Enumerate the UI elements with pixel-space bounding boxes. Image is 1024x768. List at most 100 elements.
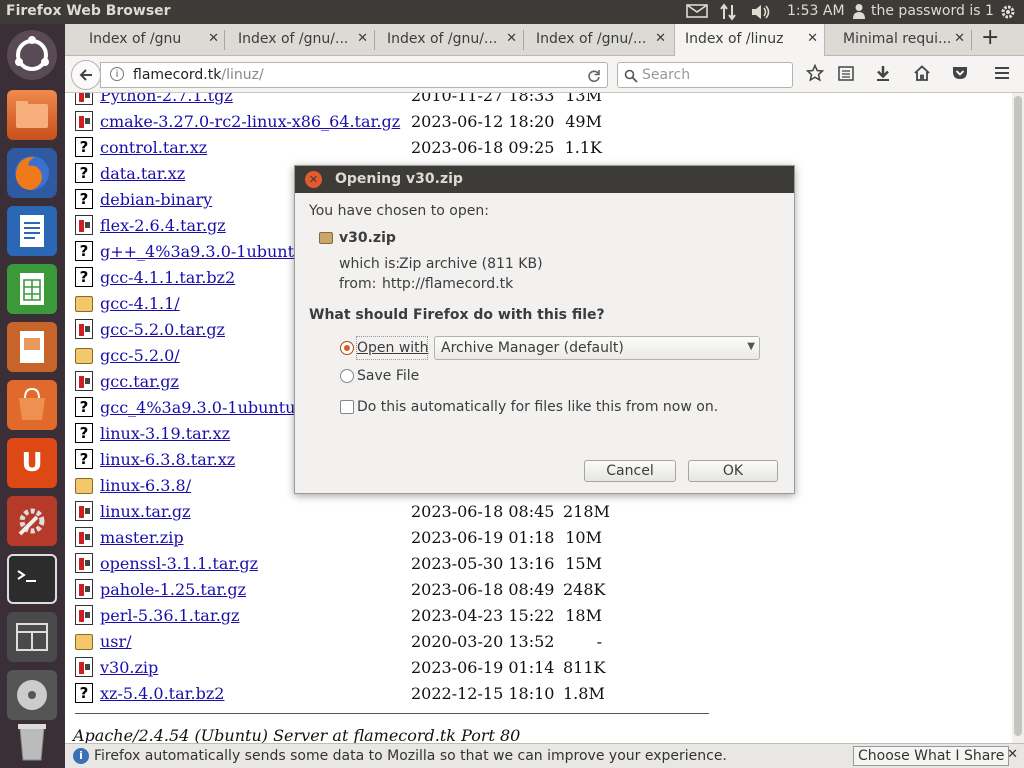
user-icon[interactable]	[852, 3, 866, 23]
search-input[interactable]: Search	[617, 62, 793, 88]
file-size: 1.8M	[563, 684, 605, 703]
download-icon[interactable]	[872, 64, 894, 87]
user-name[interactable]: the password is 1	[871, 3, 994, 19]
ok-button[interactable]: OK	[688, 460, 778, 482]
file-link[interactable]: xz-5.4.0.tar.bz2	[100, 684, 224, 703]
workspace-switcher-icon[interactable]	[7, 612, 57, 662]
software-center-icon[interactable]	[7, 380, 57, 430]
server-signature: Apache/2.4.54 (Ubuntu) Server at flameco…	[73, 726, 521, 743]
file-link[interactable]: control.tar.xz	[100, 138, 207, 157]
archive-file-icon	[75, 527, 93, 547]
url-bar[interactable]: i flamecord.tk/linuz/	[100, 62, 608, 88]
network-icon[interactable]	[719, 3, 737, 25]
file-link[interactable]: gcc-4.1.1.tar.bz2	[100, 268, 235, 287]
firefox-icon[interactable]	[7, 148, 57, 198]
file-link[interactable]: gcc.tar.gz	[100, 372, 179, 391]
file-link[interactable]: debian-binary	[100, 190, 212, 209]
file-link[interactable]: gcc-5.2.0.tar.gz	[100, 320, 225, 339]
file-link[interactable]: master.zip	[100, 528, 184, 547]
gear-icon[interactable]	[999, 3, 1017, 25]
dialog-close-icon[interactable]: ✕	[305, 171, 322, 188]
file-link[interactable]: gcc_4%3a9.3.0-1ubuntu2	[100, 398, 306, 417]
file-link[interactable]: linux-6.3.8.tar.xz	[100, 450, 235, 469]
telemetry-notification-bar: i Firefox automatically sends some data …	[65, 743, 1024, 768]
file-date: 2023-06-18 08:45	[411, 502, 555, 521]
ubuntu-one-icon[interactable]: U	[7, 438, 57, 488]
file-size: 10M	[565, 528, 602, 547]
tab-4-active[interactable]: Index of /linuz ✕	[674, 24, 825, 56]
dvd-icon[interactable]	[7, 670, 57, 720]
file-link[interactable]: Python-2.7.1.tgz	[100, 93, 233, 105]
tab-5[interactable]: Minimal requi... ✕	[819, 24, 971, 56]
file-link[interactable]: g++_4%3a9.3.0-1ubuntu	[100, 242, 304, 261]
file-link[interactable]: gcc-4.1.1/	[100, 294, 180, 313]
unknown-file-icon: ?	[75, 163, 93, 183]
dialog-filename: v30.zip	[339, 230, 396, 246]
mail-icon[interactable]	[686, 3, 708, 23]
tab-close-icon[interactable]: ✕	[807, 31, 818, 46]
bookmark-star-icon[interactable]	[804, 63, 826, 87]
archive-file-icon	[75, 319, 93, 339]
back-button[interactable]	[71, 60, 101, 90]
choose-what-i-share-button[interactable]: Choose What I Share	[853, 746, 1010, 766]
file-link[interactable]: pahole-1.25.tar.gz	[100, 580, 246, 599]
open-with-app-select[interactable]: Archive Manager (default) ▼	[434, 336, 760, 360]
system-settings-icon[interactable]	[7, 496, 57, 546]
trash-icon[interactable]	[7, 718, 57, 764]
file-link[interactable]: gcc-5.2.0/	[100, 346, 180, 365]
open-with-label[interactable]: Open with	[357, 340, 429, 356]
menu-hamburger-icon[interactable]	[991, 64, 1013, 87]
file-link[interactable]: data.tar.xz	[100, 164, 185, 183]
save-file-label[interactable]: Save File	[357, 368, 419, 384]
home-icon[interactable]	[911, 64, 933, 87]
tab-close-icon[interactable]: ✕	[655, 31, 666, 46]
which-is-value: Zip archive (811 KB)	[399, 256, 543, 272]
tab-1[interactable]: Index of /gnu/... ✕	[214, 24, 374, 56]
file-size: 1.1K	[564, 138, 602, 157]
archive-file-icon	[75, 605, 93, 625]
reader-list-icon[interactable]	[835, 64, 857, 87]
which-is-label: which is:	[339, 256, 401, 272]
unknown-file-icon: ?	[75, 267, 93, 287]
terminal-icon[interactable]	[7, 554, 57, 604]
unknown-file-icon: ?	[75, 683, 93, 703]
file-link[interactable]: usr/	[100, 632, 132, 651]
file-link[interactable]: linux-6.3.8/	[100, 476, 191, 495]
auto-checkbox[interactable]	[340, 400, 354, 414]
launcher: U	[0, 24, 65, 768]
file-link[interactable]: flex-2.6.4.tar.gz	[100, 216, 226, 235]
new-tab-button[interactable]: +	[981, 25, 999, 50]
libreoffice-impress-icon[interactable]	[7, 322, 57, 372]
pocket-icon[interactable]	[949, 64, 971, 87]
unknown-file-icon: ?	[75, 241, 93, 261]
notification-close-icon[interactable]: ✕	[1007, 747, 1018, 762]
reload-icon[interactable]	[587, 66, 601, 87]
save-file-radio[interactable]	[340, 369, 354, 383]
libreoffice-writer-icon[interactable]	[7, 206, 57, 256]
volume-icon[interactable]	[750, 3, 772, 25]
file-link[interactable]: perl-5.36.1.tar.gz	[100, 606, 239, 625]
libreoffice-calc-icon[interactable]	[7, 264, 57, 314]
file-link[interactable]: linux.tar.gz	[100, 502, 191, 521]
tab-0[interactable]: Index of /gnu ✕	[65, 24, 225, 56]
tab-3[interactable]: Index of /gnu/... ✕	[512, 24, 672, 56]
file-link[interactable]: cmake-3.27.0-rc2-linux-x86_64.tar.gz	[100, 112, 400, 131]
clock-time[interactable]: 1:53 AM	[787, 3, 845, 19]
tab-label: Index of /gnu/...	[387, 31, 498, 47]
files-icon[interactable]	[7, 90, 57, 140]
page-scrollbar[interactable]	[1012, 93, 1024, 743]
cancel-button[interactable]: Cancel	[584, 460, 676, 482]
file-link[interactable]: v30.zip	[100, 658, 158, 677]
open-with-radio[interactable]	[340, 341, 354, 355]
chosen-label: You have chosen to open:	[309, 203, 489, 219]
tab-separator	[971, 30, 972, 50]
tab-2[interactable]: Index of /gnu/... ✕	[363, 24, 523, 56]
auto-label[interactable]: Do this automatically for files like thi…	[357, 399, 718, 415]
scrollbar-thumb[interactable]	[1014, 96, 1022, 736]
tab-close-icon[interactable]: ✕	[954, 31, 965, 46]
site-info-icon[interactable]: i	[110, 67, 124, 81]
file-link[interactable]: linux-3.19.tar.xz	[100, 424, 230, 443]
file-link[interactable]: openssl-3.1.1.tar.gz	[100, 554, 258, 573]
url-text[interactable]: flamecord.tk/linuz/	[133, 67, 264, 83]
ubuntu-dash-icon[interactable]	[7, 30, 57, 80]
